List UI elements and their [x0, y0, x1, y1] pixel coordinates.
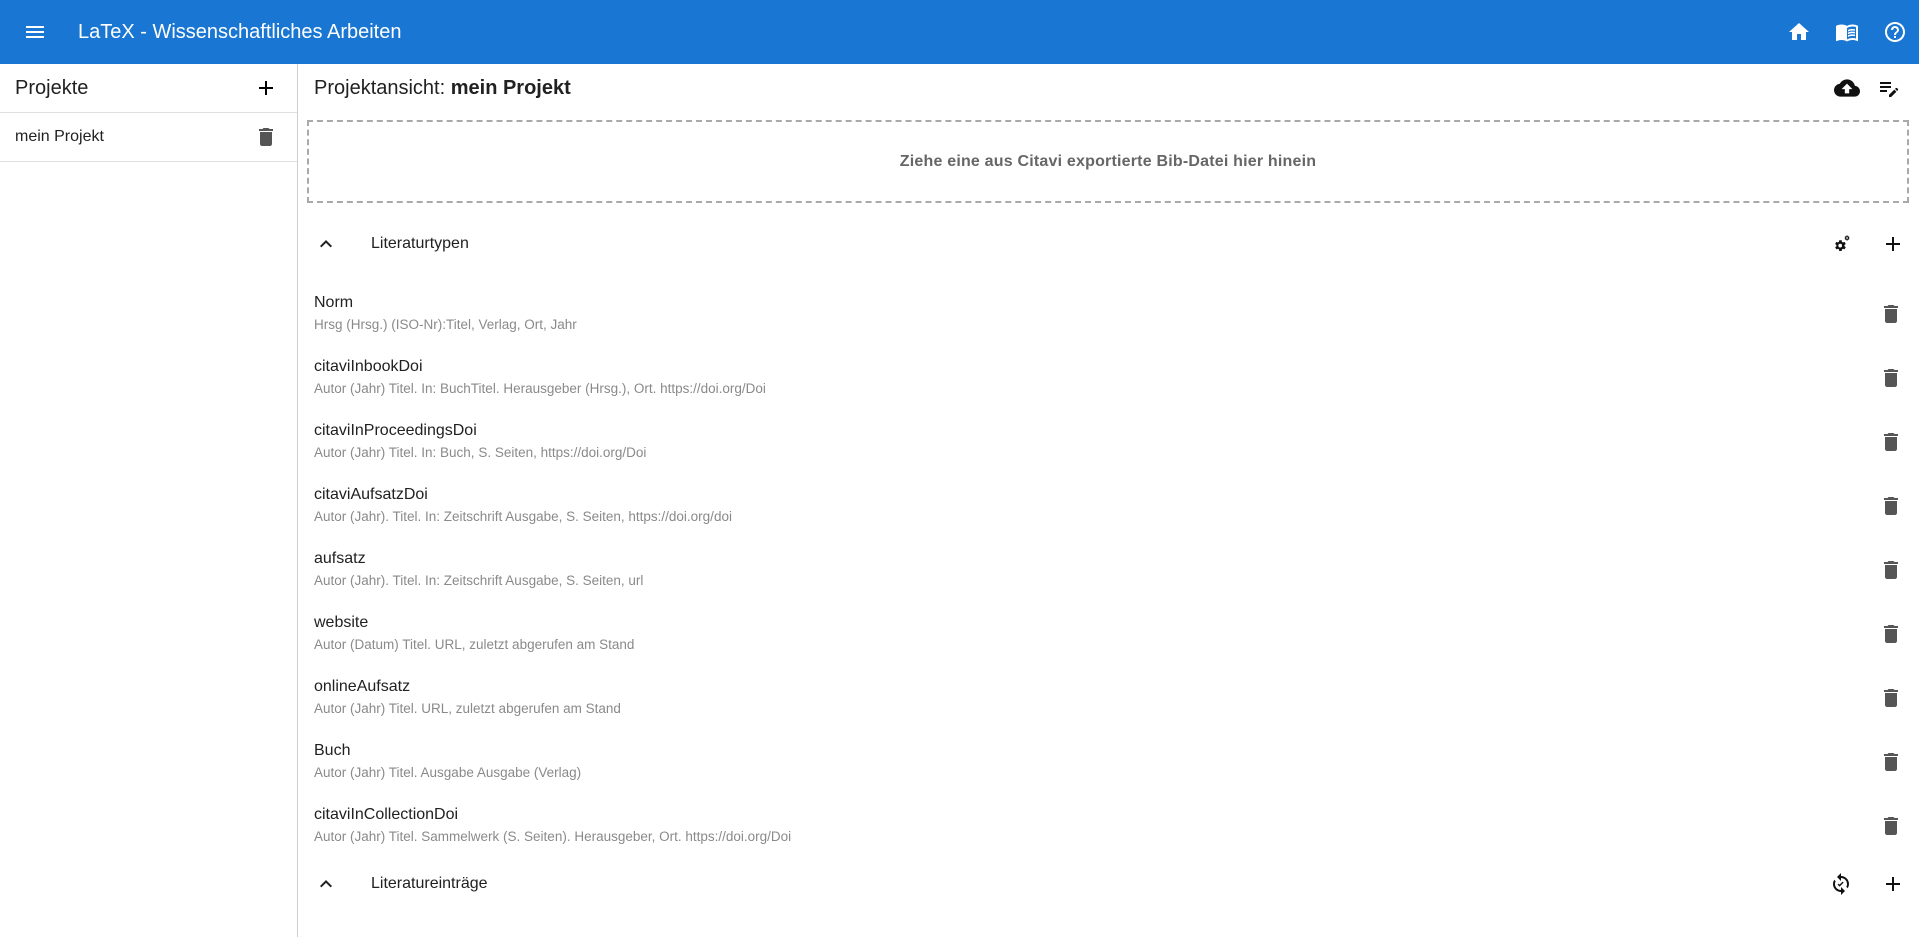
- bib-file-dropzone[interactable]: Ziehe eine aus Citavi exportierte Bib-Da…: [307, 120, 1909, 203]
- literature-types-title: Literaturtypen: [371, 235, 469, 252]
- project-header: Projektansicht: mein Projekt: [299, 64, 1919, 112]
- type-format: Autor (Jahr) Titel. Ausgabe Ausgabe (Ver…: [314, 765, 582, 780]
- plus-icon: [1881, 232, 1905, 256]
- settings-gears-icon: [1829, 232, 1853, 256]
- delete-type-button[interactable]: [1875, 490, 1907, 522]
- list-item[interactable]: citaviInbookDoi Autor (Jahr) Titel. In: …: [299, 348, 1919, 412]
- sync-icon: [1829, 872, 1853, 896]
- projects-sidebar: Projekte mein Projekt: [0, 64, 298, 937]
- add-project-button[interactable]: [250, 72, 282, 104]
- upload-button[interactable]: [1831, 72, 1863, 104]
- trash-icon: [1879, 494, 1903, 518]
- trash-icon: [1879, 302, 1903, 326]
- page-title: Projektansicht: mein Projekt: [314, 77, 571, 100]
- type-format: Autor (Jahr) Titel. In: Buch, S. Seiten,…: [314, 445, 647, 460]
- edit-note-icon: [1877, 76, 1901, 100]
- type-name: website: [314, 614, 369, 631]
- list-item[interactable]: aufsatz Autor (Jahr). Titel. In: Zeitsch…: [299, 540, 1919, 604]
- trash-icon: [1879, 622, 1903, 646]
- sidebar-header: Projekte: [0, 64, 297, 113]
- literature-entries-title: Literatureinträge: [371, 875, 488, 892]
- trash-icon: [254, 125, 278, 149]
- type-format: Autor (Jahr) Titel. Sammelwerk (S. Seite…: [314, 829, 792, 844]
- delete-type-button[interactable]: [1875, 682, 1907, 714]
- type-name: citaviInbookDoi: [314, 358, 423, 375]
- collapse-entries-button[interactable]: [310, 868, 342, 900]
- literature-types-actions: [1825, 228, 1909, 260]
- help-icon: [1883, 20, 1907, 44]
- sync-entries-button[interactable]: [1825, 868, 1857, 900]
- help-button[interactable]: [1871, 0, 1919, 64]
- type-name: Buch: [314, 742, 351, 759]
- sidebar-item-label: mein Projekt: [15, 128, 104, 145]
- book-button[interactable]: [1823, 0, 1871, 64]
- book-icon: [1835, 20, 1859, 44]
- list-item[interactable]: citaviInProceedingsDoi Autor (Jahr) Tite…: [299, 412, 1919, 476]
- edit-list-button[interactable]: [1873, 72, 1905, 104]
- type-format: Autor (Jahr). Titel. In: Zeitschrift Aus…: [314, 573, 644, 588]
- delete-type-button[interactable]: [1875, 810, 1907, 842]
- literature-types-header: Literaturtypen: [299, 220, 1919, 268]
- literature-entries-actions: [1825, 868, 1909, 900]
- delete-type-button[interactable]: [1875, 746, 1907, 778]
- project-view: Projektansicht: mein Projekt Ziehe eine …: [299, 64, 1919, 937]
- type-format: Autor (Jahr) Titel. In: BuchTitel. Herau…: [314, 381, 766, 396]
- type-name: citaviInCollectionDoi: [314, 806, 459, 823]
- menu-icon: [23, 20, 47, 44]
- delete-type-button[interactable]: [1875, 426, 1907, 458]
- delete-type-button[interactable]: [1875, 554, 1907, 586]
- trash-icon: [1879, 430, 1903, 454]
- add-entry-button[interactable]: [1877, 868, 1909, 900]
- list-item[interactable]: citaviInCollectionDoi Autor (Jahr) Titel…: [299, 796, 1919, 860]
- dropzone-text: Ziehe eine aus Citavi exportierte Bib-Da…: [899, 152, 1317, 170]
- delete-project-button[interactable]: [250, 121, 282, 153]
- add-type-button[interactable]: [1877, 228, 1909, 260]
- list-item[interactable]: citaviAufsatzDoi Autor (Jahr). Titel. In…: [299, 476, 1919, 540]
- trash-icon: [1879, 750, 1903, 774]
- trash-icon: [1879, 366, 1903, 390]
- page-title-prefix: Projektansicht:: [314, 76, 451, 99]
- type-name: aufsatz: [314, 550, 366, 567]
- list-item[interactable]: Norm Hrsg (Hrsg.) (ISO-Nr):Titel, Verlag…: [299, 284, 1919, 348]
- list-item[interactable]: website Autor (Datum) Titel. URL, zuletz…: [299, 604, 1919, 668]
- collapse-types-button[interactable]: [310, 228, 342, 260]
- app-bar-actions: [1775, 0, 1919, 64]
- literature-types-list: Norm Hrsg (Hrsg.) (ISO-Nr):Titel, Verlag…: [299, 284, 1919, 860]
- app-title: LaTeX - Wissenschaftliches Arbeiten: [78, 21, 402, 43]
- type-format: Hrsg (Hrsg.) (ISO-Nr):Titel, Verlag, Ort…: [314, 317, 577, 332]
- home-icon: [1787, 20, 1811, 44]
- trash-icon: [1879, 686, 1903, 710]
- sidebar-item-project[interactable]: mein Projekt: [0, 113, 297, 162]
- type-format: Autor (Datum) Titel. URL, zuletzt abgeru…: [314, 637, 635, 652]
- chevron-up-icon: [314, 232, 338, 256]
- type-name: citaviAufsatzDoi: [314, 486, 428, 503]
- delete-type-button[interactable]: [1875, 618, 1907, 650]
- list-item[interactable]: Buch Autor (Jahr) Titel. Ausgabe Ausgabe…: [299, 732, 1919, 796]
- project-name: mein Projekt: [450, 76, 571, 99]
- literature-entries-header: Literatureinträge: [299, 860, 1919, 908]
- home-button[interactable]: [1775, 0, 1823, 64]
- trash-icon: [1879, 558, 1903, 582]
- settings-types-button[interactable]: [1825, 228, 1857, 260]
- type-format: Autor (Jahr) Titel. URL, zuletzt abgeruf…: [314, 701, 621, 716]
- project-header-actions: [1831, 72, 1905, 104]
- app-bar: LaTeX - Wissenschaftliches Arbeiten: [0, 0, 1919, 64]
- type-name: citaviInProceedingsDoi: [314, 422, 477, 439]
- type-name: Norm: [314, 294, 354, 311]
- delete-type-button[interactable]: [1875, 362, 1907, 394]
- sidebar-heading: Projekte: [15, 76, 89, 99]
- list-item[interactable]: onlineAufsatz Autor (Jahr) Titel. URL, z…: [299, 668, 1919, 732]
- chevron-up-icon: [314, 872, 338, 896]
- trash-icon: [1879, 814, 1903, 838]
- type-format: Autor (Jahr). Titel. In: Zeitschrift Aus…: [314, 509, 732, 524]
- type-name: onlineAufsatz: [314, 678, 411, 695]
- delete-type-button[interactable]: [1875, 298, 1907, 330]
- plus-icon: [1881, 872, 1905, 896]
- cloud-upload-icon: [1834, 75, 1860, 101]
- plus-icon: [254, 76, 278, 100]
- menu-button[interactable]: [19, 16, 51, 48]
